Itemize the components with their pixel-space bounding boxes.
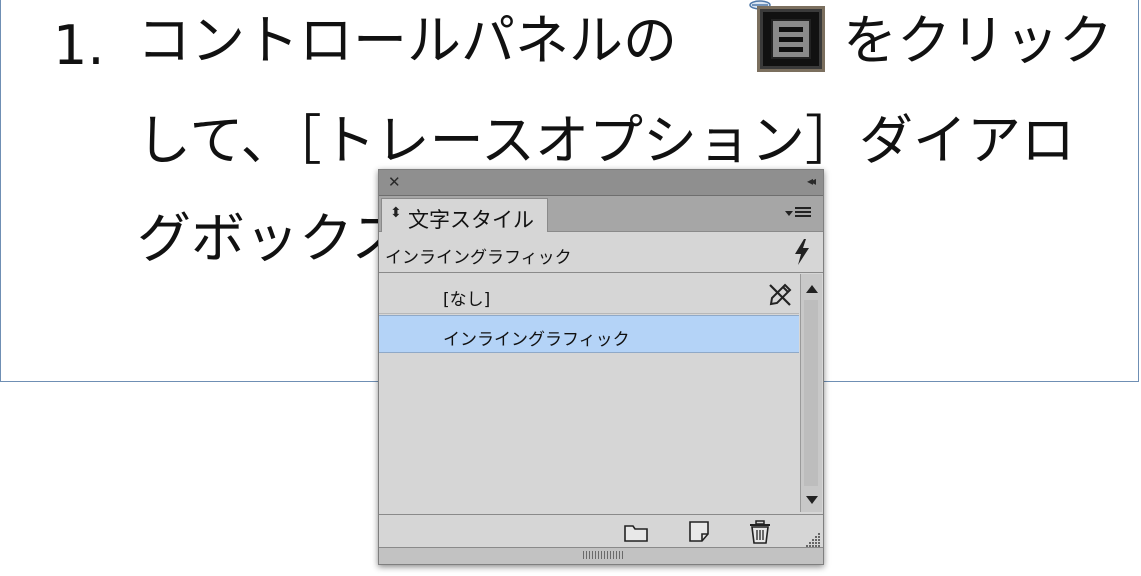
drag-handle[interactable] [583, 551, 623, 559]
trash-icon[interactable] [747, 520, 773, 544]
list-item[interactable]: [なし] [379, 276, 799, 314]
panel-footer [379, 514, 823, 549]
body-text-line-1-end: をクリック [843, 9, 1113, 72]
lightning-icon[interactable] [791, 238, 813, 266]
tab-character-styles[interactable]: ⬍ 文字スタイル [381, 198, 548, 232]
inline-graphic-icon [757, 6, 825, 72]
current-style-row: インライングラフィック [379, 232, 823, 273]
list-item[interactable]: インライングラフィック [379, 315, 799, 353]
folder-icon[interactable] [623, 520, 649, 544]
body-text-line-2: して、［トレースオプション］ダイアロ [137, 109, 1075, 172]
new-page-icon[interactable] [686, 520, 712, 544]
body-text-line-3: グボックス [137, 207, 406, 270]
collapse-panel-icon[interactable]: ◂◂ [807, 174, 816, 188]
style-list: [なし] インライングラフィック [379, 274, 799, 514]
pencil-slash-icon [769, 283, 792, 306]
scroll-down-arrow-icon[interactable] [806, 496, 818, 504]
tab-label: 文字スタイル [408, 208, 534, 232]
scroll-track[interactable] [804, 300, 818, 486]
resize-grip-icon[interactable] [803, 530, 821, 548]
body-text-line-1: コントロールパネルの [137, 9, 677, 72]
current-style-name: インライングラフィック [385, 248, 572, 268]
list-scrollbar[interactable] [800, 274, 822, 512]
panel-tab-strip: ⬍ 文字スタイル [379, 196, 823, 232]
updown-arrows-icon: ⬍ [390, 205, 402, 221]
list-item-label: [なし] [443, 290, 491, 310]
list-item-label: インライングラフィック [443, 330, 630, 350]
character-styles-panel: ✕ ◂◂ ⬍ 文字スタイル インライングラフィック [なし] インライングラフィ [378, 169, 824, 565]
close-icon[interactable]: ✕ [388, 173, 401, 191]
panel-titlebar[interactable]: ✕ ◂◂ [379, 170, 823, 196]
panel-menu-icon[interactable] [785, 205, 815, 221]
list-number: 1. [53, 14, 105, 77]
scroll-up-arrow-icon[interactable] [806, 285, 818, 293]
panel-bottom-bar [379, 547, 823, 564]
